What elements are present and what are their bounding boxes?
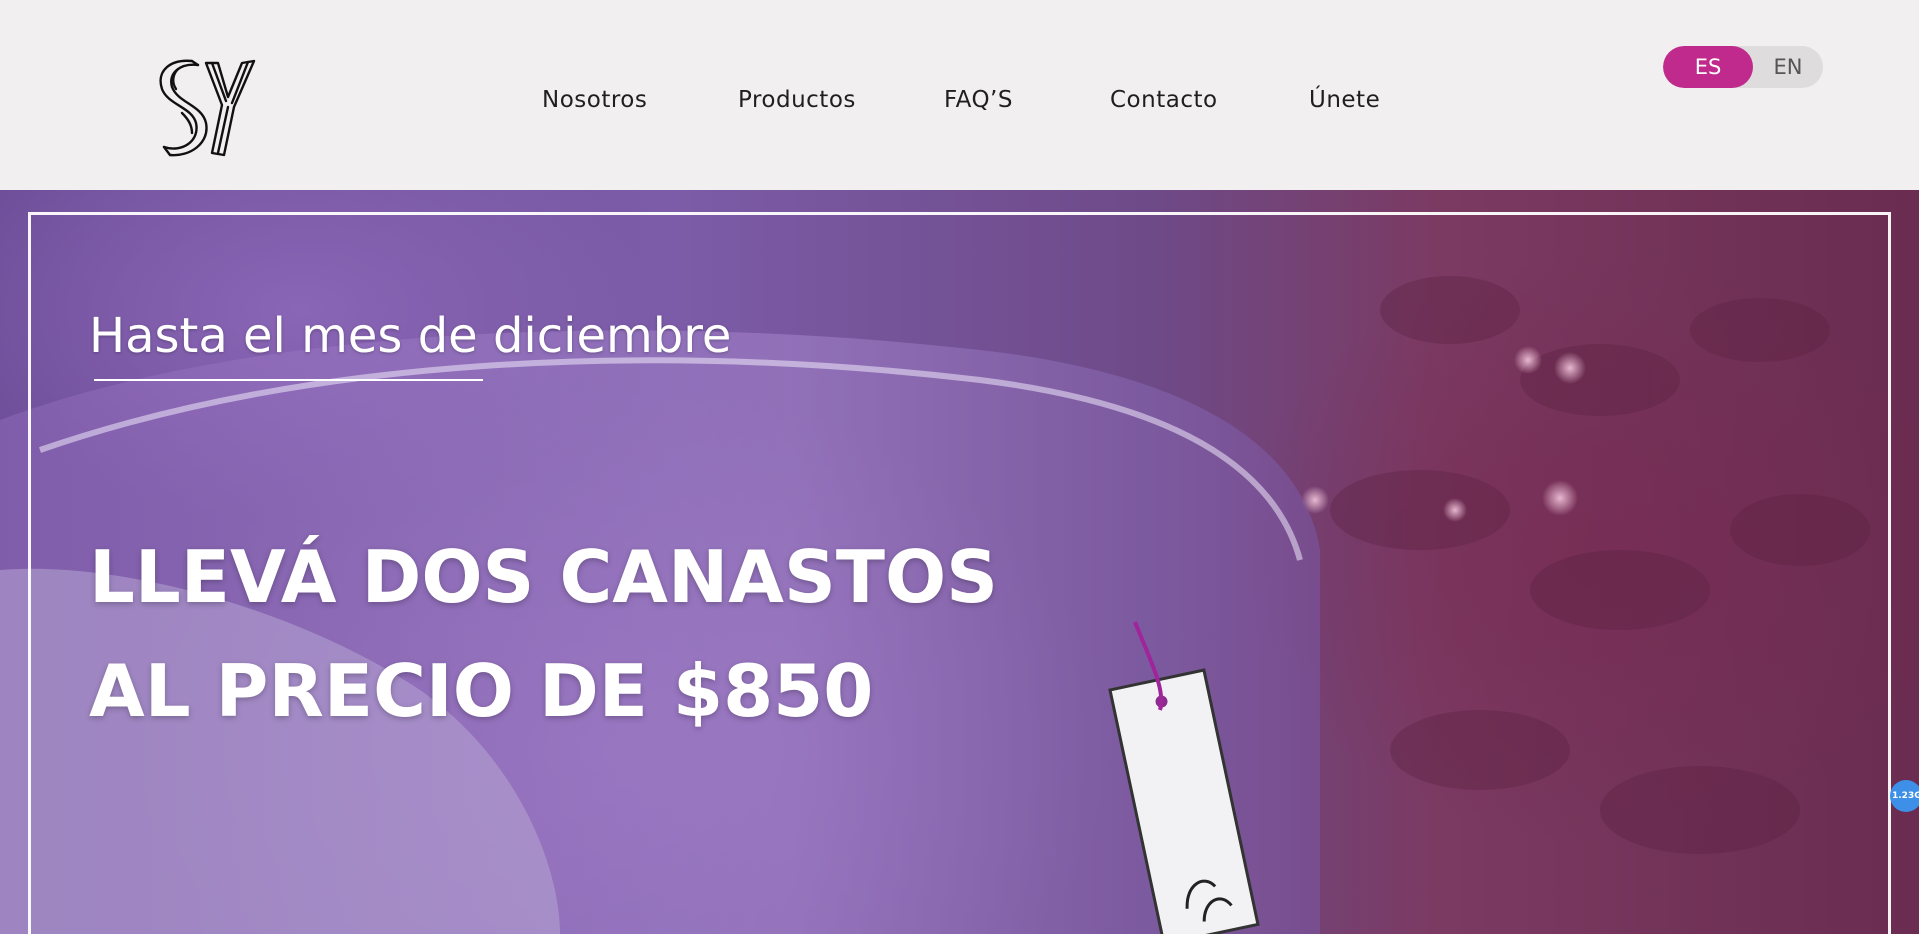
hero-subtitle: Hasta el mes de diciembre xyxy=(89,308,732,364)
nav-item-contacto[interactable]: Contacto xyxy=(1110,82,1218,118)
nav-item-productos[interactable]: Productos xyxy=(738,82,856,118)
language-toggle[interactable]: ES EN xyxy=(1663,46,1823,88)
nav-item-unete[interactable]: Únete xyxy=(1309,82,1380,118)
site-header: Nosotros Productos FAQ’S Contacto Únete … xyxy=(0,0,1919,190)
floating-badge[interactable]: 1.23G xyxy=(1890,780,1919,812)
hero-title: LLEVÁ DOS CANASTOS AL PRECIO DE $850 xyxy=(89,520,1189,748)
hero-subtitle-underline xyxy=(94,379,483,381)
nav-item-nosotros[interactable]: Nosotros xyxy=(542,82,647,118)
hero-title-line-2: AL PRECIO DE $850 xyxy=(89,649,874,733)
hero-banner: Hasta el mes de diciembre LLEVÁ DOS CANA… xyxy=(0,190,1919,934)
nav-item-faqs[interactable]: FAQ’S xyxy=(944,82,1013,118)
language-option-en[interactable]: EN xyxy=(1753,46,1823,88)
language-option-es[interactable]: ES xyxy=(1663,46,1753,88)
main-nav: Nosotros Productos FAQ’S Contacto Únete xyxy=(0,82,1919,118)
hero-title-line-1: LLEVÁ DOS CANASTOS xyxy=(89,535,999,619)
